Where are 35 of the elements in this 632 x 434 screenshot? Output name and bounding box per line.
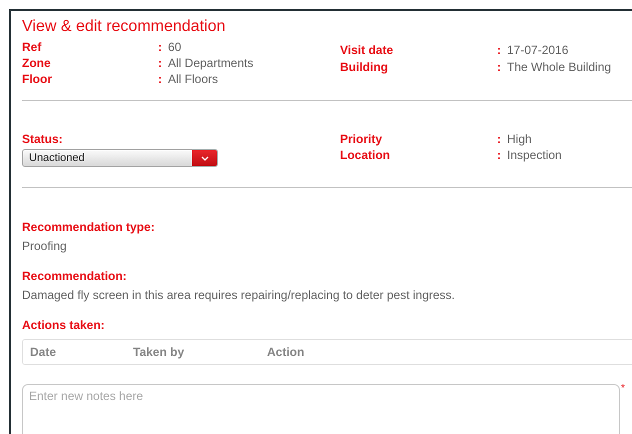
notes-field[interactable]: Enter new notes here bbox=[22, 384, 620, 434]
required-mark: * bbox=[621, 384, 625, 396]
colon: : bbox=[497, 58, 502, 74]
field-label: Visit date bbox=[340, 42, 394, 58]
field-value: All Floors bbox=[168, 71, 220, 87]
section-text: Proofing bbox=[22, 238, 68, 254]
page-title: View & edit recommendation bbox=[22, 17, 226, 37]
status-label: Status: bbox=[22, 131, 64, 147]
colon: : bbox=[497, 131, 502, 147]
field-label: Zone bbox=[22, 55, 52, 71]
colon: : bbox=[497, 42, 502, 58]
field-value: High bbox=[507, 131, 533, 147]
section-text: Damaged fly screen in this area requires repairing/replacing to deter pest ingress. bbox=[22, 287, 456, 303]
field-label: Building bbox=[340, 58, 389, 74]
status-dropdown[interactable]: Unactioned bbox=[22, 149, 218, 167]
colon: : bbox=[158, 55, 163, 71]
field-value: Inspection bbox=[507, 147, 563, 163]
field-value: 17-07-2016 bbox=[507, 42, 570, 58]
section-label: Actions taken: bbox=[22, 317, 106, 333]
column-header: Date bbox=[30, 345, 58, 359]
field-label: Priority bbox=[340, 131, 384, 147]
colon: : bbox=[158, 39, 163, 55]
field-label: Ref bbox=[22, 39, 42, 55]
colon: : bbox=[158, 71, 163, 87]
field-label: Floor bbox=[22, 71, 53, 87]
field-value: All Departments bbox=[168, 55, 254, 71]
column-header: Action bbox=[267, 345, 306, 359]
field-value: The Whole Building bbox=[507, 58, 612, 74]
chevron-down-icon bbox=[200, 156, 208, 160]
section-label: Recommendation: bbox=[22, 268, 128, 284]
section-label: Recommendation type: bbox=[22, 219, 156, 235]
column-header: Taken by bbox=[133, 345, 186, 359]
field-value: 60 bbox=[168, 39, 182, 55]
field-label: Location bbox=[340, 147, 391, 163]
colon: : bbox=[497, 147, 502, 163]
